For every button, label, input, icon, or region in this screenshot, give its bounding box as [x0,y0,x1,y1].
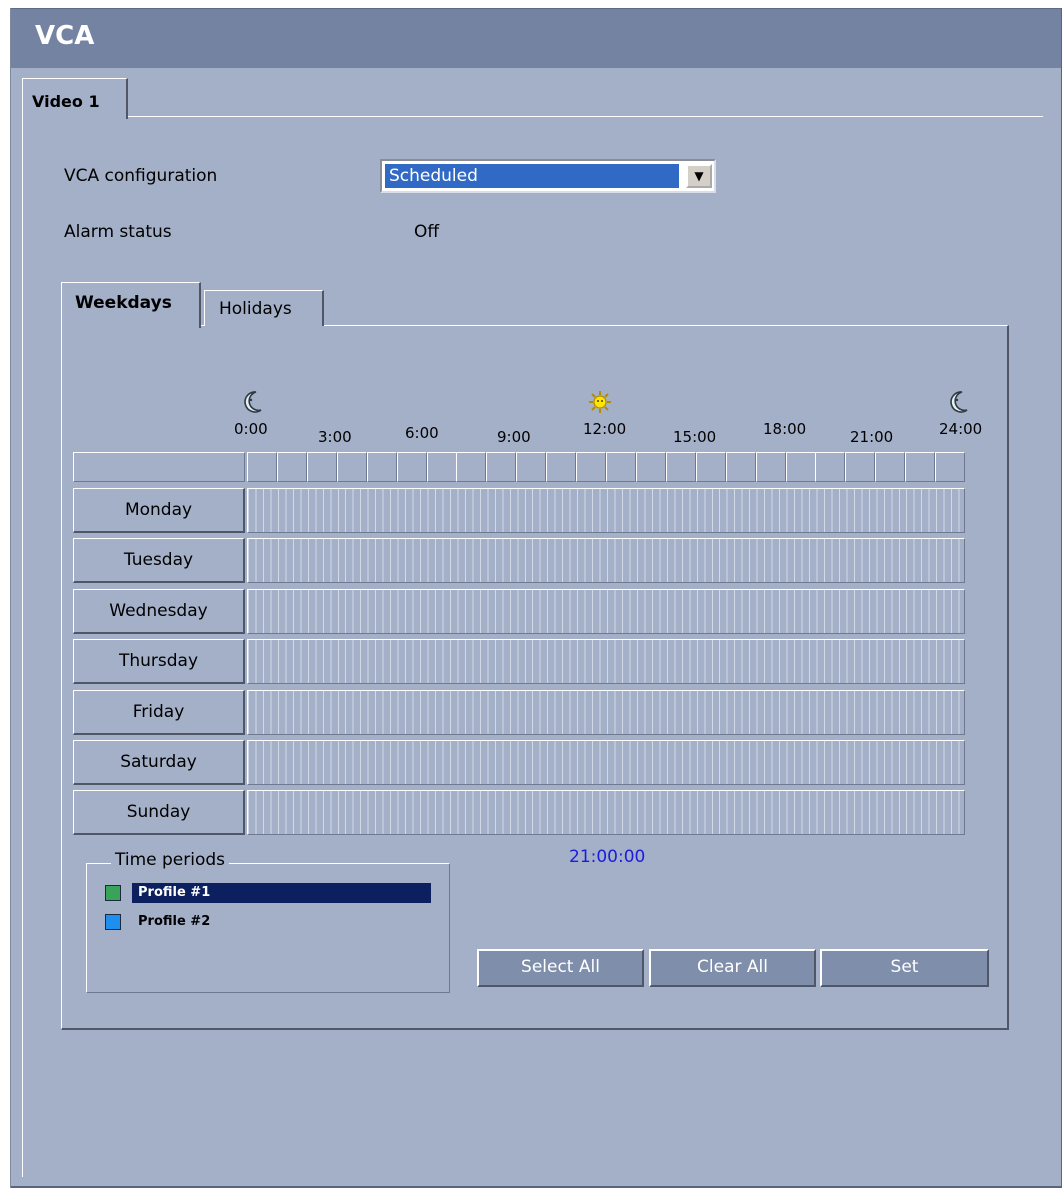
tab-holidays-label: Holidays [219,299,292,319]
hour-column-header[interactable] [815,452,845,482]
hour-label: 6:00 [405,424,439,442]
hour-label: 24:00 [939,420,983,438]
hour-column-header[interactable] [546,452,576,482]
hour-column-header[interactable] [666,452,696,482]
tab-video-1[interactable]: Video 1 [22,78,128,119]
hour-column-header[interactable] [247,452,277,482]
day-schedule-thursday[interactable] [247,639,965,684]
hour-column-header[interactable] [427,452,457,482]
day-button-wednesday[interactable]: Wednesday [73,589,245,634]
hour-column-header[interactable] [367,452,397,482]
hour-column-header[interactable] [875,452,905,482]
hour-label: 0:00 [234,420,268,438]
hour-label: 3:00 [318,428,352,446]
day-schedule-monday[interactable] [247,488,965,533]
hour-column-header[interactable] [456,452,486,482]
hour-label: 18:00 [763,420,807,438]
select-all-cells-corner[interactable] [73,452,245,482]
profile-2-item[interactable]: Profile #2 [132,912,332,932]
day-button-tuesday[interactable]: Tuesday [73,538,245,583]
tab-video-1-label: Video 1 [32,92,100,111]
profile-1-item[interactable]: Profile #1 [132,883,431,903]
hour-column-header[interactable] [845,452,875,482]
day-button-friday[interactable]: Friday [73,690,245,735]
hour-column-header[interactable] [277,452,307,482]
day-button-saturday[interactable]: Saturday [73,740,245,785]
tab-weekdays[interactable]: Weekdays [61,282,201,328]
day-button-thursday[interactable]: Thursday [73,639,245,684]
select-all-button[interactable]: Select All [477,949,644,987]
day-schedule-sunday[interactable] [247,790,965,835]
hour-column-header[interactable] [337,452,367,482]
clear-all-button[interactable]: Clear All [649,949,816,987]
hour-column-header[interactable] [756,452,786,482]
moon-icon [950,391,968,413]
page-title: VCA [35,21,95,51]
hour-column-header[interactable] [307,452,337,482]
hour-column-header[interactable] [576,452,606,482]
hour-label: 12:00 [583,420,627,438]
day-schedule-wednesday[interactable] [247,589,965,634]
vca-configuration-label: VCA configuration [64,166,218,186]
day-schedule-friday[interactable] [247,690,965,735]
hour-column-header[interactable] [397,452,427,482]
tab-holidays[interactable]: Holidays [204,290,324,326]
hour-column-header[interactable] [905,452,935,482]
hour-column-header[interactable] [486,452,516,482]
set-button[interactable]: Set [820,949,989,987]
title-bar: VCA [11,8,1061,68]
hour-column-header[interactable] [786,452,816,482]
alarm-status-value: Off [414,222,440,242]
profile-1-color-swatch[interactable] [105,885,121,901]
vca-configuration-select[interactable]: Scheduled ▼ [380,159,716,193]
sun-icon [589,391,611,413]
hour-label: 9:00 [497,428,531,446]
profile-2-color-swatch[interactable] [105,914,121,930]
tab-weekdays-label: Weekdays [75,293,172,313]
hour-column-header[interactable] [606,452,636,482]
time-periods-title: Time periods [111,850,230,870]
hour-column-header[interactable] [696,452,726,482]
hour-label: 15:00 [673,428,717,446]
hour-column-header[interactable] [516,452,546,482]
moon-icon [244,391,262,413]
hour-column-header[interactable] [935,452,965,482]
hour-label: 21:00 [850,428,894,446]
day-schedule-saturday[interactable] [247,740,965,785]
vca-configuration-value: Scheduled [384,163,680,189]
dropdown-arrow-icon[interactable]: ▼ [686,164,712,188]
hour-column-header[interactable] [636,452,666,482]
day-schedule-tuesday[interactable] [247,538,965,583]
alarm-status-label: Alarm status [64,222,172,242]
day-button-sunday[interactable]: Sunday [73,790,245,835]
cursor-time-readout: 21:00:00 [569,847,646,867]
hour-column-header[interactable] [726,452,756,482]
day-button-monday[interactable]: Monday [73,488,245,533]
